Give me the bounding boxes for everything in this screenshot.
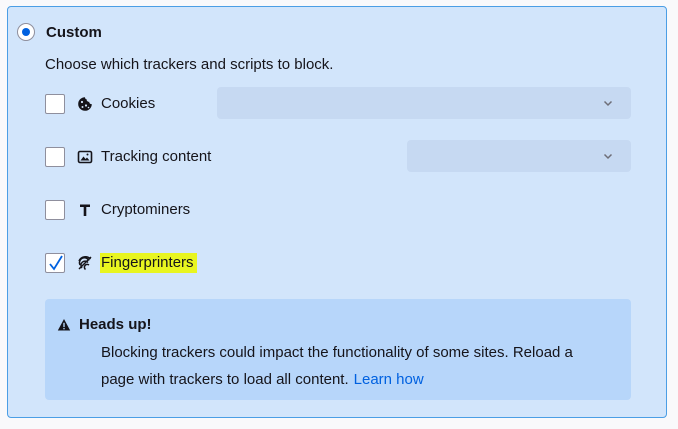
chevron-down-icon: [603, 100, 613, 107]
option-cryptominers[interactable]: Cryptominers: [45, 199, 190, 221]
tracking-content-label[interactable]: Tracking content: [101, 147, 211, 167]
option-cookies[interactable]: Cookies: [45, 93, 155, 115]
custom-radio-row[interactable]: Custom: [17, 23, 102, 41]
cryptominers-checkbox[interactable]: [45, 200, 65, 220]
warning-icon: [57, 319, 71, 331]
cookie-icon: [77, 96, 93, 112]
notice-title: Heads up!: [79, 316, 152, 333]
custom-description: Choose which trackers and scripts to blo…: [45, 56, 334, 73]
custom-radio-button[interactable]: [17, 23, 35, 41]
image-icon: [77, 149, 93, 165]
custom-radio-label[interactable]: Custom: [46, 24, 102, 41]
cookies-label[interactable]: Cookies: [101, 94, 155, 114]
tracking-content-select[interactable]: [407, 140, 631, 172]
option-tracking-content[interactable]: Tracking content: [45, 146, 211, 168]
checkmark-icon: [49, 255, 63, 271]
fingerprinters-label[interactable]: Fingerprinters: [100, 253, 197, 273]
option-fingerprinters[interactable]: Fingerprinters: [45, 252, 197, 274]
learn-how-link[interactable]: Learn how: [354, 371, 424, 388]
cookies-checkbox[interactable]: [45, 94, 65, 114]
custom-blocking-panel: Custom Choose which trackers and scripts…: [7, 6, 667, 418]
cookies-select[interactable]: [217, 87, 631, 119]
notice-body: Blocking trackers could impact the funct…: [101, 339, 601, 393]
radio-selected-dot: [22, 28, 30, 36]
fingerprint-icon: [77, 255, 93, 271]
chevron-down-icon: [603, 153, 613, 160]
hammer-icon: [77, 202, 93, 218]
heads-up-notice: Heads up! Blocking trackers could impact…: [45, 299, 631, 400]
notice-title-row: Heads up!: [57, 316, 152, 333]
notice-body-text: Blocking trackers could impact the funct…: [101, 344, 573, 388]
cryptominers-label[interactable]: Cryptominers: [101, 200, 190, 220]
tracking-content-checkbox[interactable]: [45, 147, 65, 167]
fingerprinters-checkbox[interactable]: [45, 253, 65, 273]
